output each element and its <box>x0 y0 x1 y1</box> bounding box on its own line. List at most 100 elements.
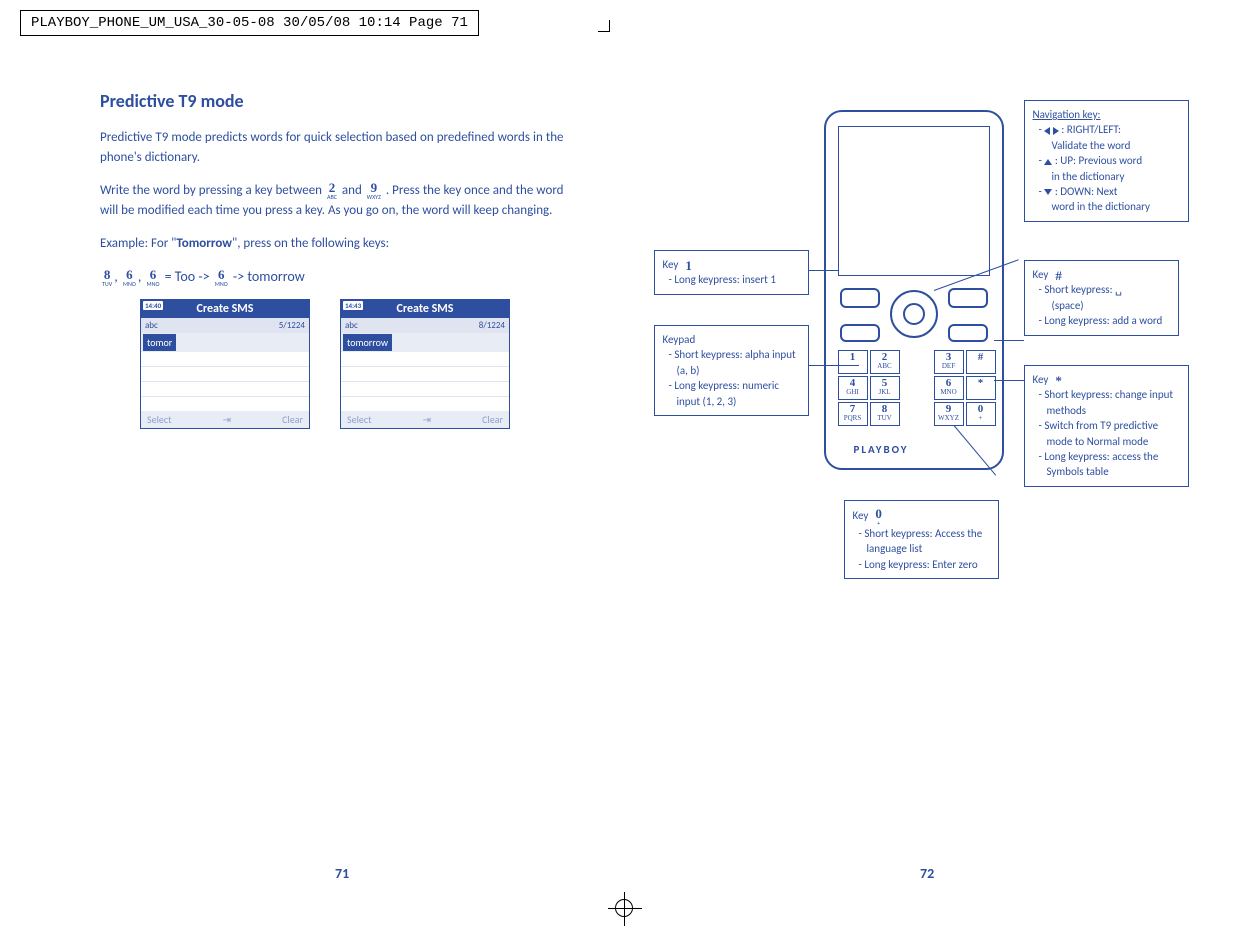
key-6-icon: 6MNO <box>147 268 160 287</box>
anno-key-1: Key 1 - Long keypress: insert 1 <box>654 250 809 295</box>
list-item: - : RIGHT/LEFT: Validate the word <box>1039 122 1180 153</box>
screen-title-bar: 14:40 Create SMS <box>141 300 309 318</box>
key-8-icon: 8TUV <box>102 268 112 287</box>
list-item: - : UP: Previous word in the dictionary <box>1039 153 1180 184</box>
page-number-71: 71 <box>335 865 349 882</box>
phone-screenshot-right: 14:43 Create SMS abc 8/1224 tomorrow Sel… <box>340 299 510 429</box>
list-item: - Switch from T9 predictive mode to Norm… <box>1039 418 1180 449</box>
leader-line <box>994 340 1024 341</box>
keypad-key: 3DEF <box>934 350 964 374</box>
key-9-icon: 9 WXYZ <box>367 181 381 200</box>
status-row: abc 5/1224 <box>141 318 309 333</box>
list-item: - Short keypress: Access the language li… <box>859 526 990 557</box>
keypad-key: 9WXYZ <box>934 402 964 426</box>
time-badge: 14:43 <box>343 301 363 310</box>
anno-keypad: Keypad - Short keypress: alpha input (a,… <box>654 325 809 416</box>
up-arrow-icon <box>1044 159 1052 165</box>
list-item: - Long keypress: numeric input (1, 2, 3) <box>669 378 800 409</box>
call-key-icon <box>840 324 880 342</box>
softkey-select: Select <box>347 413 371 426</box>
status-row: abc 8/1224 <box>341 318 509 333</box>
dpad-center-icon <box>903 303 925 325</box>
crop-registration-icon <box>615 899 633 917</box>
page-72: 1 2ABC 3DEF # 4GHI 5JKL 6MNO * 7PQRS 8TU… <box>624 80 1247 670</box>
time-badge: 14:40 <box>143 301 163 310</box>
page-71: Predictive T9 mode Predictive T9 mode pr… <box>0 80 624 670</box>
crop-tick <box>598 20 610 32</box>
key-sequence: 8TUV, 6MNO, 6MNO = Too -> 6MNO -> tomorr… <box>100 268 564 287</box>
left-arrow-icon <box>1044 127 1050 135</box>
space-icon: ␣ <box>1115 283 1122 296</box>
phone-screen-area <box>838 126 990 276</box>
anno-title: Key * <box>1033 373 1064 386</box>
softkey-clear: Clear <box>282 413 303 426</box>
softkey-row: Select ⇥ Clear <box>141 411 309 428</box>
screen-filler <box>141 352 309 411</box>
list-item: - Long keypress: access the Symbols tabl… <box>1039 449 1180 480</box>
dpad-icon <box>890 290 938 338</box>
leader-line <box>809 270 839 271</box>
keypad-gap <box>902 350 932 374</box>
phone-brand-label: PLAYBOY <box>854 443 909 456</box>
example-label: Example: For "Tomorrow", press on the fo… <box>100 234 564 254</box>
hash-key-icon: # <box>1055 269 1062 282</box>
section-title: Predictive T9 mode <box>100 90 564 112</box>
intro-paragraph: Predictive T9 mode predicts words for qu… <box>100 128 564 167</box>
phone-screenshot-left: 14:40 Create SMS abc 5/1224 tomor Select… <box>140 299 310 429</box>
softkey-clear: Clear <box>482 413 503 426</box>
key-0-icon: 0+ <box>875 507 882 526</box>
text: Write the word by pressing a key between <box>100 183 325 198</box>
softkey-select: Select <box>147 413 171 426</box>
down-arrow-icon <box>1044 189 1052 195</box>
keypad-grid: 1 2ABC 3DEF # 4GHI 5JKL 6MNO * 7PQRS 8TU… <box>838 350 990 426</box>
list-item: - Long keypress: insert 1 <box>669 272 800 287</box>
keypad-key: 6MNO <box>934 376 964 400</box>
anno-navigation-key: Navigation key: - : RIGHT/LEFT: Validate… <box>1024 100 1189 222</box>
page-spread: Predictive T9 mode Predictive T9 mode pr… <box>0 80 1247 670</box>
softkey-middle-icon: ⇥ <box>423 413 431 426</box>
key-6-icon: 6MNO <box>123 268 136 287</box>
text: and <box>342 183 365 198</box>
anno-key-0: Key 0+ - Short keypress: Access the lang… <box>844 500 999 579</box>
keypad-key: 7PQRS <box>838 402 868 426</box>
end-key-icon <box>948 324 988 342</box>
anno-key-star: Key * - Short keypress: change input met… <box>1024 365 1189 487</box>
keypad-key: 2ABC <box>870 350 900 374</box>
anno-title: Keypad <box>663 333 696 346</box>
keypad-key: # <box>966 350 996 374</box>
phone-illustration: 1 2ABC 3DEF # 4GHI 5JKL 6MNO * 7PQRS 8TU… <box>824 110 1004 470</box>
anno-title: Key 0+ <box>853 509 884 522</box>
keypad-key: 8TUV <box>870 402 900 426</box>
phone-screenshots: 14:40 Create SMS abc 5/1224 tomor Select… <box>140 299 564 429</box>
anno-title: Key # <box>1033 268 1064 281</box>
key-2-icon: 2 ABC <box>327 181 337 200</box>
keypad-gap <box>902 376 932 400</box>
typed-text: tomorrow <box>343 334 392 351</box>
star-key-icon: * <box>1055 374 1062 387</box>
nav-cluster <box>838 284 990 344</box>
keypad-gap <box>902 402 932 426</box>
anno-title: Navigation key: <box>1033 108 1101 121</box>
list-item: - Long keypress: add a word <box>1039 313 1170 328</box>
keypad-key: 0+ <box>966 402 996 426</box>
leader-line <box>809 365 859 366</box>
phone-diagram: 1 2ABC 3DEF # 4GHI 5JKL 6MNO * 7PQRS 8TU… <box>654 90 1214 670</box>
softkey-right-icon <box>948 288 988 308</box>
page-number-72: 72 <box>920 865 934 882</box>
list-item: - Short keypress: change input methods <box>1039 387 1180 418</box>
list-item: - Short keypress: ␣ (space) <box>1039 282 1170 313</box>
typed-text: tomor <box>143 334 176 351</box>
list-item: - : DOWN: Next word in the dictionary <box>1039 184 1180 215</box>
list-item: - Long keypress: Enter zero <box>859 557 990 572</box>
right-arrow-icon <box>1053 127 1059 135</box>
write-word-paragraph: Write the word by pressing a key between… <box>100 181 564 220</box>
key-6-icon: 6MNO <box>215 268 228 287</box>
softkey-middle-icon: ⇥ <box>223 413 231 426</box>
softkey-row: Select ⇥ Clear <box>341 411 509 428</box>
keypad-key: 5JKL <box>870 376 900 400</box>
screen-filler <box>341 352 509 411</box>
header-bar: PLAYBOY_PHONE_UM_USA_30-05-08 30/05/08 1… <box>20 10 479 36</box>
screen-title-bar: 14:43 Create SMS <box>341 300 509 318</box>
anno-title: Key 1 <box>663 258 694 271</box>
keypad-key: * <box>966 376 996 400</box>
